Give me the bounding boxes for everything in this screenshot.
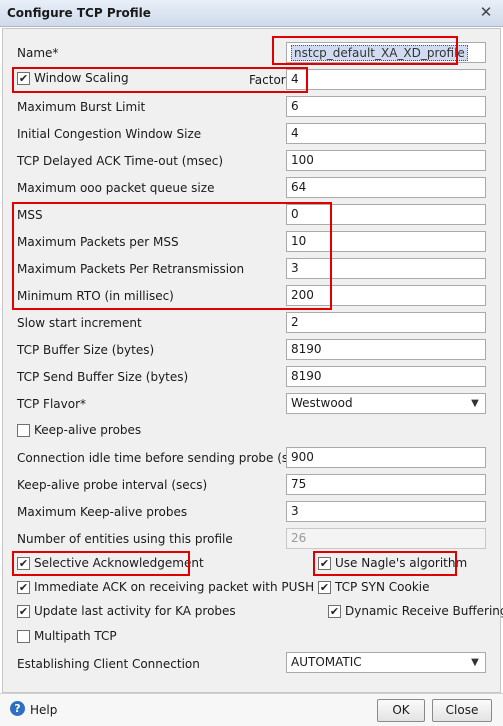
- sack-check-icon: ✔: [17, 557, 30, 570]
- multipath-box: [17, 630, 30, 643]
- ooo-queue-field[interactable]: 64: [286, 177, 486, 198]
- name-value: nstcp_default_XA_XD_profile: [291, 45, 468, 61]
- max-packets-mss-label: Maximum Packets per MSS: [17, 235, 179, 249]
- init-cwnd-label: Initial Congestion Window Size: [17, 127, 202, 141]
- init-cwnd-field[interactable]: 4: [286, 123, 486, 144]
- dialog-footer: ? Help OK Close: [0, 693, 503, 726]
- name-label: Name*: [17, 46, 59, 60]
- update-ka-label: Update last activity for KA probes: [34, 604, 236, 618]
- min-rto-label: Minimum RTO (in millisec): [17, 289, 174, 303]
- max-burst-label: Maximum Burst Limit: [17, 100, 146, 114]
- help-link[interactable]: Help: [30, 702, 57, 718]
- establishing-select[interactable]: AUTOMATIC ▼: [286, 652, 486, 673]
- window-title: Configure TCP Profile: [7, 6, 151, 20]
- num-entities-field: 26: [286, 528, 486, 549]
- dynamic-buffering-check-icon: ✔: [328, 605, 341, 618]
- multipath-label: Multipath TCP: [34, 629, 117, 643]
- help-icon[interactable]: ?: [10, 701, 25, 716]
- establishing-label: Establishing Client Connection: [17, 657, 200, 671]
- max-packets-mss-field[interactable]: 10: [286, 231, 486, 252]
- ok-button[interactable]: OK: [377, 699, 425, 722]
- tcp-flavor-select[interactable]: Westwood ▼: [286, 393, 486, 414]
- name-field[interactable]: nstcp_default_XA_XD_profile: [286, 42, 486, 63]
- factor-label: Factor: [249, 73, 286, 87]
- nagle-label: Use Nagle's algorithm: [335, 556, 468, 570]
- max-ka-label: Maximum Keep-alive probes: [17, 505, 188, 519]
- close-window-icon[interactable]: ✕: [477, 3, 495, 21]
- max-packets-retx-field[interactable]: 3: [286, 258, 486, 279]
- max-burst-field[interactable]: 6: [286, 96, 486, 117]
- window-scaling-check-icon: ✔: [17, 72, 30, 85]
- buffer-size-field[interactable]: 8190: [286, 339, 486, 360]
- max-ka-field[interactable]: 3: [286, 501, 486, 522]
- slow-start-label: Slow start increment: [17, 316, 142, 330]
- window-scaling-label: Window Scaling: [34, 71, 129, 85]
- nagle-check-icon: ✔: [318, 557, 331, 570]
- slow-start-field[interactable]: 2: [286, 312, 486, 333]
- send-buffer-label: TCP Send Buffer Size (bytes): [17, 370, 189, 384]
- establishing-value: AUTOMATIC: [291, 655, 362, 669]
- idle-time-label: Connection idle time before sending prob…: [17, 451, 314, 465]
- ka-interval-field[interactable]: 75: [286, 474, 486, 495]
- tcp-flavor-value: Westwood: [291, 396, 353, 410]
- delayed-ack-field[interactable]: 100: [286, 150, 486, 171]
- update-ka-check-icon: ✔: [17, 605, 30, 618]
- keepalive-box: [17, 424, 30, 437]
- max-packets-retx-label: Maximum Packets Per Retransmission: [17, 262, 245, 276]
- factor-field[interactable]: 4: [286, 69, 486, 90]
- syn-cookie-check-icon: ✔: [318, 581, 331, 594]
- ka-interval-label: Keep-alive probe interval (secs): [17, 478, 208, 492]
- sack-label: Selective Acknowledgement: [34, 556, 204, 570]
- immediate-ack-label: Immediate ACK on receiving packet with P…: [34, 580, 315, 594]
- keepalive-label: Keep-alive probes: [34, 423, 142, 437]
- dynamic-buffering-label: Dynamic Receive Buffering: [345, 604, 503, 618]
- num-entities-label: Number of entities using this profile: [17, 532, 233, 546]
- delayed-ack-label: TCP Delayed ACK Time-out (msec): [17, 154, 224, 168]
- idle-time-field[interactable]: 900: [286, 447, 486, 468]
- syn-cookie-label: TCP SYN Cookie: [335, 580, 430, 594]
- immediate-ack-check-icon: ✔: [17, 581, 30, 594]
- chevron-down-icon: ▼: [471, 398, 479, 409]
- title-bar: Configure TCP Profile ✕: [0, 0, 503, 27]
- close-button[interactable]: Close: [432, 699, 492, 722]
- chevron-down-icon: ▼: [471, 657, 479, 668]
- mss-label: MSS: [17, 208, 43, 222]
- send-buffer-field[interactable]: 8190: [286, 366, 486, 387]
- buffer-size-label: TCP Buffer Size (bytes): [17, 343, 155, 357]
- ooo-queue-label: Maximum ooo packet queue size: [17, 181, 215, 195]
- min-rto-field[interactable]: 200: [286, 285, 486, 306]
- mss-field[interactable]: 0: [286, 204, 486, 225]
- tcp-flavor-label: TCP Flavor*: [17, 397, 87, 411]
